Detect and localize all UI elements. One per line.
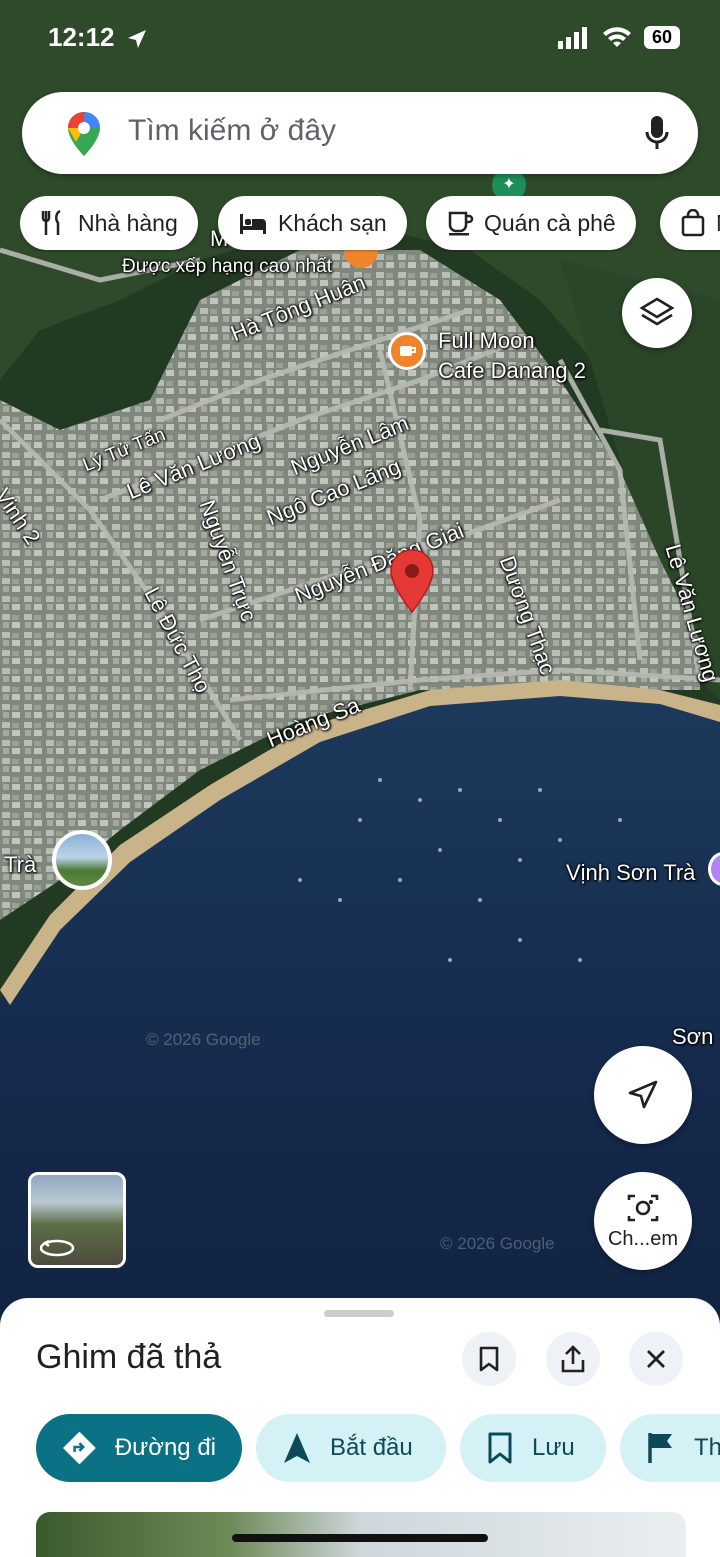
shopping-bag-icon	[681, 209, 705, 237]
search-input[interactable]: Tìm kiếm ở đây	[128, 114, 336, 148]
chip-restaurants[interactable]: Nhà hàng	[20, 196, 198, 250]
chip-shopping[interactable]: M	[660, 196, 720, 250]
directions-icon	[62, 1431, 96, 1465]
more-action-button[interactable]: Th	[620, 1414, 720, 1482]
save-button[interactable]: Lưu	[460, 1414, 606, 1482]
bookmark-icon	[479, 1346, 499, 1372]
flag-icon	[648, 1433, 672, 1463]
chip-label: Quán cà phê	[484, 209, 616, 236]
map-label-vinh-son-tra[interactable]: Vịnh Sơn Trà	[566, 860, 695, 886]
clock-text: 12:12	[48, 22, 115, 52]
camera-lens-icon	[627, 1194, 659, 1221]
start-button[interactable]: Bắt đầu	[256, 1414, 446, 1482]
map-watermark: © 2026 Google	[146, 1030, 261, 1049]
navigation-arrow-icon	[628, 1080, 658, 1109]
close-icon	[647, 1350, 665, 1368]
rotate-360-icon	[39, 1239, 75, 1257]
chip-label: Nhà hàng	[78, 209, 178, 236]
chip-label: M	[716, 210, 720, 237]
map-label-cafe[interactable]: Full Moon Cafe Danang 2	[438, 326, 586, 386]
wifi-icon	[602, 26, 631, 47]
location-arrow-icon	[127, 30, 146, 49]
map-label-son: Sơn	[672, 1024, 714, 1049]
share-button[interactable]	[546, 1332, 600, 1386]
chip-hotels[interactable]: Khách sạn	[218, 196, 407, 250]
map-watermark: © 2026 Google	[440, 1234, 555, 1253]
signal-icon	[557, 26, 587, 49]
share-icon	[561, 1345, 585, 1373]
save-label: Lưu	[532, 1434, 575, 1461]
fork-knife-icon	[41, 209, 61, 235]
drag-handle[interactable]	[324, 1310, 394, 1317]
lens-button[interactable]: Ch...em	[594, 1172, 692, 1270]
battery-indicator: 60	[643, 26, 680, 49]
layers-icon	[639, 297, 675, 326]
photo-place-marker[interactable]	[52, 830, 112, 890]
category-chips: Nhà hàng Khách sạn Quán cà phê M	[20, 196, 720, 252]
map-label-top-rated: Được xếp hạng cao nhất	[122, 256, 333, 277]
map-label-tra: Trà	[4, 852, 37, 877]
status-icons: 60	[557, 26, 680, 49]
chip-cafes[interactable]: Quán cà phê	[426, 196, 636, 250]
microphone-icon[interactable]	[644, 114, 670, 152]
more-action-label: Th	[694, 1434, 720, 1461]
cafe-pin-icon[interactable]	[388, 332, 426, 370]
save-bookmark-button[interactable]	[462, 1332, 516, 1386]
google-maps-logo-icon	[68, 112, 100, 156]
start-label: Bắt đầu	[330, 1434, 413, 1461]
directions-label: Đường đi	[114, 1434, 216, 1461]
layers-button[interactable]	[622, 278, 692, 348]
status-bar: 12:12 60	[0, 0, 720, 80]
street-view-thumbnail[interactable]	[28, 1172, 126, 1268]
status-time: 12:12	[48, 22, 148, 53]
chip-label: Khách sạn	[278, 209, 387, 236]
my-location-button[interactable]	[594, 1046, 692, 1144]
navigation-arrow-icon	[284, 1433, 310, 1463]
search-bar[interactable]: Tìm kiếm ở đây	[22, 92, 698, 174]
lens-label: Ch...em	[607, 1227, 679, 1250]
coffee-cup-icon	[448, 211, 474, 236]
bookmark-icon	[488, 1432, 512, 1464]
sheet-title: Ghim đã thả	[36, 1338, 222, 1376]
directions-button[interactable]: Đường đi	[36, 1414, 242, 1482]
close-button[interactable]	[629, 1332, 683, 1386]
action-buttons: Đường đi Bắt đầu Lưu Th	[36, 1414, 720, 1484]
home-indicator[interactable]	[232, 1534, 488, 1542]
place-bottom-sheet[interactable]: Ghim đã thả Đường đi Bắt đầu Lưu Th	[0, 1298, 720, 1557]
bed-icon	[240, 214, 266, 234]
